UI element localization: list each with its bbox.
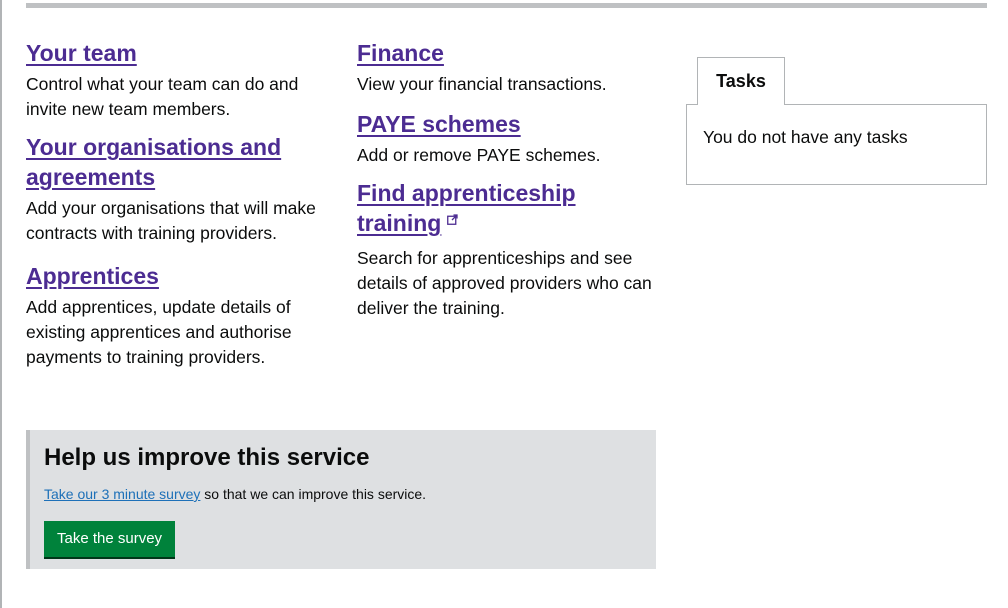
- finance-description: View your financial transactions.: [357, 74, 607, 94]
- apprentices-link[interactable]: Apprentices: [26, 263, 159, 289]
- survey-text-suffix: so that we can improve this service.: [200, 486, 427, 502]
- section-find-training: Find apprenticeship training Search for …: [357, 178, 657, 321]
- find-training-label: Find apprenticeship training: [357, 180, 576, 236]
- tab-tasks[interactable]: Tasks: [697, 57, 785, 105]
- take-survey-button[interactable]: Take the survey: [44, 521, 176, 557]
- section-apprentices: Apprentices Add apprentices, update deta…: [26, 261, 326, 370]
- tasks-empty-message: You do not have any tasks: [703, 127, 908, 147]
- section-finance: Finance View your financial transactions…: [357, 38, 657, 97]
- section-heading: Finance: [357, 38, 657, 68]
- section-paye: PAYE schemes Add or remove PAYE schemes.: [357, 109, 657, 168]
- organisations-link[interactable]: Your organisations and agreements: [26, 134, 281, 190]
- section-heading: Your team: [26, 38, 326, 68]
- survey-link[interactable]: Take our 3 minute survey: [44, 486, 200, 502]
- paye-schemes-description: Add or remove PAYE schemes.: [357, 145, 601, 165]
- services-column-right: Finance View your financial transactions…: [357, 38, 657, 321]
- your-team-link[interactable]: Your team: [26, 40, 137, 66]
- survey-title: Help us improve this service: [44, 444, 370, 471]
- finance-link[interactable]: Finance: [357, 40, 444, 66]
- find-training-link[interactable]: Find apprenticeship training: [357, 180, 576, 236]
- organisations-description: Add your organisations that will make co…: [26, 198, 316, 243]
- apprentices-description: Add apprentices, update details of exist…: [26, 297, 292, 367]
- section-organisations: Your organisations and agreements Add yo…: [26, 132, 326, 246]
- survey-text: Take our 3 minute survey so that we can …: [44, 484, 426, 504]
- section-your-team: Your team Control what your team can do …: [26, 38, 326, 122]
- your-team-description: Control what your team can do and invite…: [26, 74, 299, 119]
- section-heading: Your organisations and agreements: [26, 132, 326, 192]
- external-link-icon: [447, 214, 458, 225]
- section-heading: PAYE schemes: [357, 109, 657, 139]
- services-column-left: Your team Control what your team can do …: [26, 38, 326, 370]
- paye-schemes-link[interactable]: PAYE schemes: [357, 111, 521, 137]
- section-heading: Apprentices: [26, 261, 326, 291]
- top-divider: [26, 3, 987, 8]
- page: Your team Control what your team can do …: [0, 0, 1008, 608]
- find-training-description: Search for apprenticeships and see detai…: [357, 248, 652, 318]
- tasks-panel: You do not have any tasks: [686, 104, 987, 185]
- section-heading: Find apprenticeship training: [357, 178, 597, 238]
- left-border: [0, 0, 2, 608]
- survey-banner: Help us improve this service Take our 3 …: [26, 430, 656, 569]
